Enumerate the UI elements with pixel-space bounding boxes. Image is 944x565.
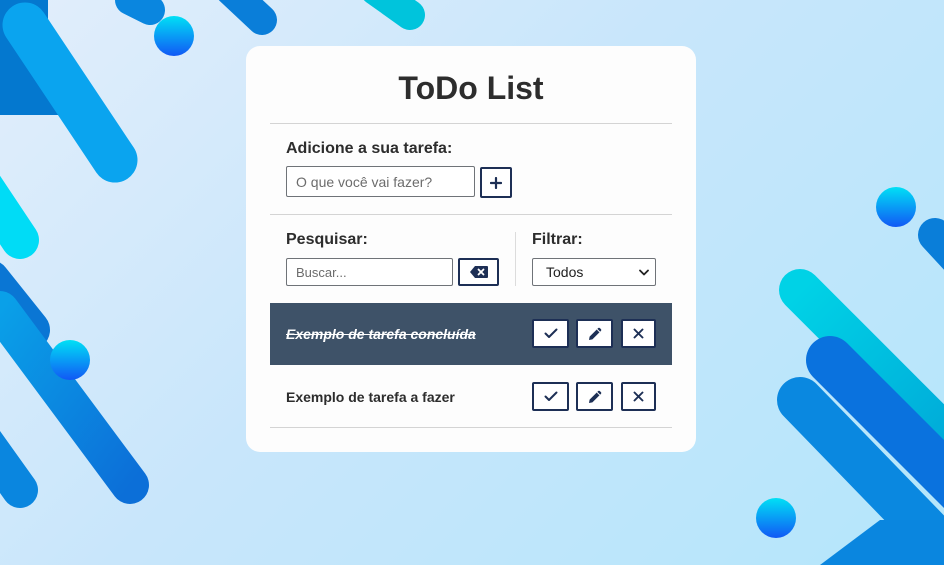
complete-todo-button[interactable] bbox=[532, 319, 569, 348]
todo-text: Exemplo de tarefa concluída bbox=[286, 326, 476, 342]
add-divider bbox=[270, 214, 672, 215]
check-icon bbox=[544, 328, 557, 338]
add-task-button[interactable] bbox=[480, 167, 512, 198]
add-task-label: Adicione a sua tarefa: bbox=[286, 140, 453, 157]
check-icon bbox=[544, 391, 557, 401]
page-title: ToDo List bbox=[398, 70, 544, 106]
todo-item-done: Exemplo de tarefa concluída bbox=[270, 303, 672, 365]
todo-card: ToDo List Adicione a sua tarefa: Pesquis… bbox=[246, 46, 696, 452]
clear-search-button[interactable] bbox=[458, 258, 499, 286]
edit-todo-button[interactable] bbox=[576, 382, 613, 411]
search-label: Pesquisar: bbox=[286, 231, 368, 248]
todo-item-pending: Exemplo de tarefa a fazer bbox=[270, 366, 672, 428]
complete-todo-button[interactable] bbox=[532, 382, 569, 411]
close-icon bbox=[633, 391, 644, 402]
filter-selected-value: Todos bbox=[546, 264, 584, 280]
plus-icon bbox=[490, 176, 502, 189]
edit-todo-button[interactable] bbox=[576, 319, 613, 348]
pencil-icon bbox=[588, 327, 601, 340]
pencil-icon bbox=[588, 390, 601, 403]
backspace-icon bbox=[469, 266, 488, 278]
search-filter-separator bbox=[515, 232, 516, 286]
chevron-down-icon bbox=[639, 269, 649, 276]
add-task-input[interactable] bbox=[286, 166, 475, 197]
right-blob-group bbox=[777, 218, 944, 565]
remove-todo-button[interactable] bbox=[621, 319, 656, 348]
close-icon bbox=[633, 328, 644, 339]
filter-select[interactable]: Todos bbox=[532, 258, 656, 286]
filter-label: Filtrar: bbox=[532, 231, 583, 248]
header-divider bbox=[270, 123, 672, 124]
remove-todo-button[interactable] bbox=[621, 382, 656, 411]
search-input[interactable] bbox=[286, 258, 453, 286]
todo-text: Exemplo de tarefa a fazer bbox=[286, 389, 455, 405]
